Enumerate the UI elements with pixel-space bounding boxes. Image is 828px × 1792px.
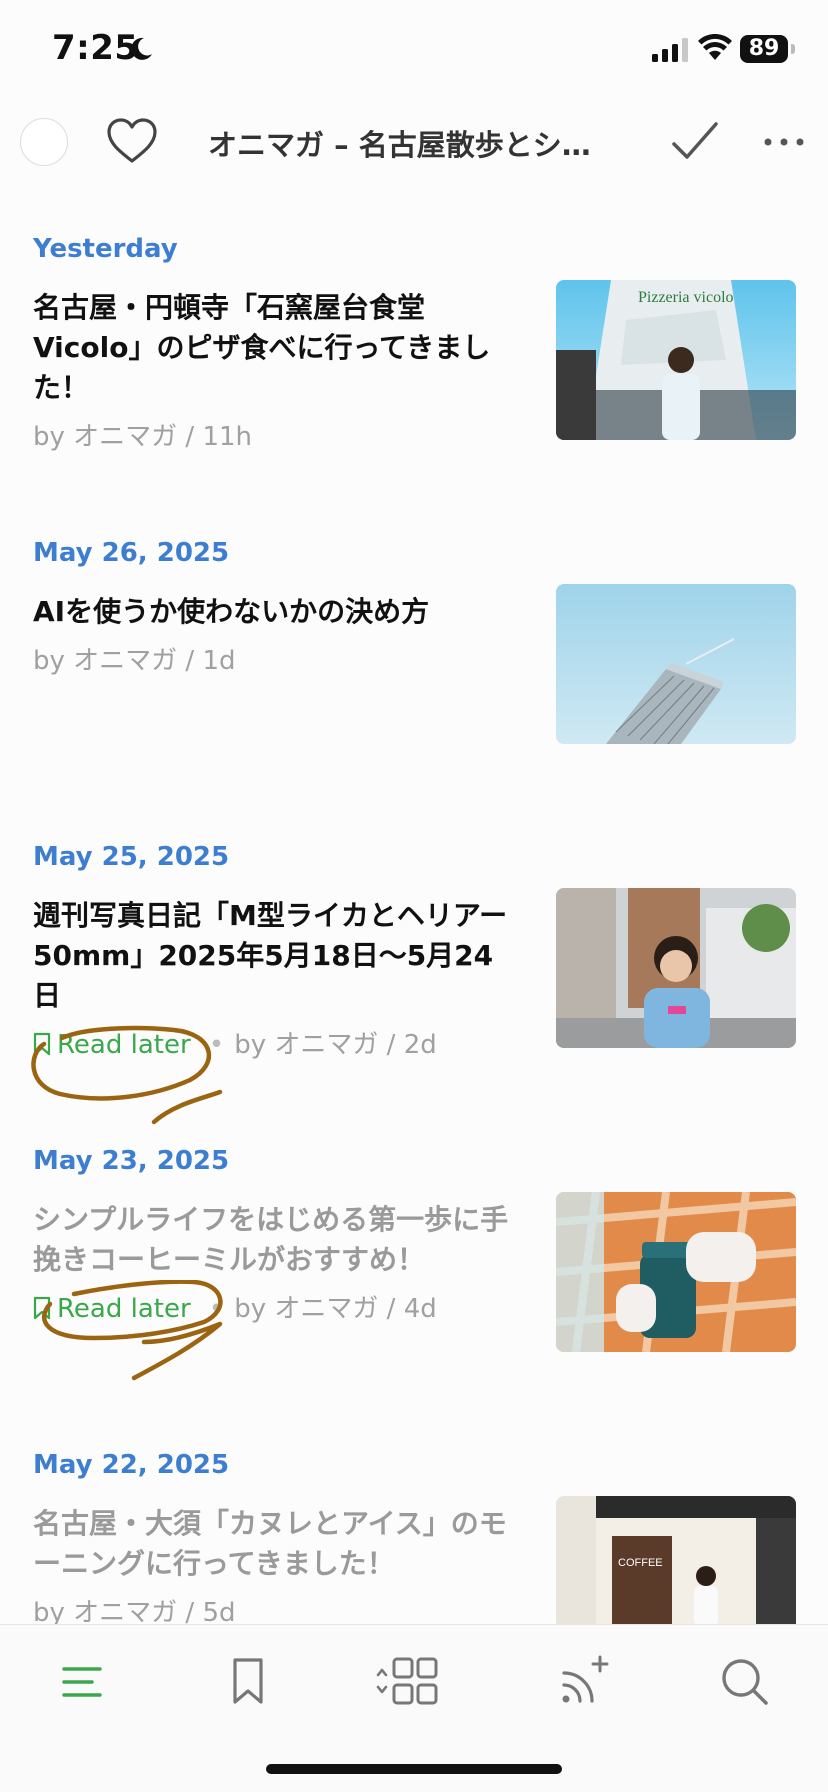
grid-icon[interactable]	[370, 1651, 440, 1711]
list-icon[interactable]	[52, 1651, 112, 1711]
date-header: May 23, 2025	[33, 1146, 230, 1176]
article-thumbnail: COFFEE	[556, 1496, 796, 1624]
article-title: 名古屋・円頓寺「石窯屋台食堂Vicolo」のピザ食べに行ってきました！	[33, 291, 491, 404]
read-later-text: Read later	[57, 1294, 191, 1324]
status-time: 7:25	[52, 28, 139, 68]
article-byline: by オニマガ / 5d	[33, 1598, 236, 1624]
article-row[interactable]: AIを使うか使わないかの決め方 by オニマガ / 1d	[0, 584, 828, 764]
toolbar: オニマガ – 名古屋散歩とシ…	[0, 100, 828, 182]
date-section: May 23, 2025 シンプルライフをはじめる第一歩に手挽きコーヒーミルがお…	[0, 1146, 828, 1450]
article-thumbnail	[556, 1192, 796, 1352]
feed-avatar[interactable]	[20, 118, 68, 166]
heart-icon[interactable]	[104, 116, 160, 166]
article-thumbnail	[556, 888, 796, 1048]
battery-icon: 89	[740, 35, 788, 63]
date-header: May 22, 2025	[33, 1450, 230, 1480]
bookmark-icon	[33, 1296, 51, 1320]
date-header: May 25, 2025	[33, 842, 230, 872]
article-thumbnail: Pizzeria vicolo	[556, 280, 796, 440]
read-later-label[interactable]: Read later	[33, 1294, 199, 1324]
separator-dot: •	[208, 1294, 225, 1324]
article-list[interactable]: Yesterday 名古屋・円頓寺「石窯屋台食堂Vicolo」のピザ食べに行って…	[0, 182, 828, 1624]
date-section: May 26, 2025 AIを使うか使わないかの決め方 by オニマガ / 1…	[0, 538, 828, 842]
date-header: May 26, 2025	[33, 538, 230, 568]
date-section: May 22, 2025 名古屋・大須「カヌレとアイス」のモーニングに行ってきま…	[0, 1450, 828, 1624]
add-feed-icon[interactable]	[554, 1651, 614, 1711]
article-meta: Read later • by オニマガ / 4d	[33, 1288, 437, 1325]
app: 7:25 89 オニマガ – 名古屋散歩とシ… Yesterday 名古屋・円頓…	[0, 0, 828, 1792]
wifi-icon	[698, 34, 732, 60]
article-title: シンプルライフをはじめる第一歩に手挽きコーヒーミルがおすすめ！	[33, 1203, 509, 1276]
battery-cap	[791, 44, 795, 54]
bookmark-icon[interactable]	[218, 1651, 278, 1711]
read-later-label[interactable]: Read later	[33, 1030, 199, 1060]
battery-level: 89	[748, 36, 780, 61]
article-row[interactable]: 名古屋・大須「カヌレとアイス」のモーニングに行ってきました！ by オニマガ /…	[0, 1496, 828, 1624]
read-later-text: Read later	[57, 1030, 191, 1060]
more-options-icon[interactable]	[760, 132, 810, 152]
article-meta: by オニマガ / 1d	[33, 640, 236, 677]
article-row[interactable]: 週刊写真日記「M型ライカとヘリアー50mm」2025年5月18日〜5月24日 R…	[0, 888, 828, 1068]
search-icon[interactable]	[714, 1651, 774, 1711]
separator-dot: •	[208, 1030, 225, 1060]
date-section: May 25, 2025 週刊写真日記「M型ライカとヘリアー50mm」2025年…	[0, 842, 828, 1146]
article-byline: by オニマガ / 4d	[234, 1294, 437, 1324]
date-section: Yesterday 名古屋・円頓寺「石窯屋台食堂Vicolo」のピザ食べに行って…	[0, 234, 828, 538]
cellular-signal-icon	[652, 38, 688, 62]
article-row[interactable]: 名古屋・円頓寺「石窯屋台食堂Vicolo」のピザ食べに行ってきました！ by オ…	[0, 280, 828, 460]
article-title: 名古屋・大須「カヌレとアイス」のモーニングに行ってきました！	[33, 1507, 507, 1580]
article-meta: by オニマガ / 5d	[33, 1592, 236, 1624]
thumb-sign-text: COFFEE	[618, 1557, 663, 1569]
article-byline: by オニマガ / 1d	[33, 646, 236, 676]
bookmark-icon	[33, 1032, 51, 1056]
article-meta: Read later • by オニマガ / 2d	[33, 1024, 437, 1061]
date-header: Yesterday	[33, 234, 178, 264]
mark-all-read-check-icon[interactable]	[670, 118, 720, 164]
article-title: 週刊写真日記「M型ライカとヘリアー50mm」2025年5月18日〜5月24日	[33, 899, 508, 1012]
article-thumbnail	[556, 584, 796, 744]
article-byline: by オニマガ / 2d	[234, 1030, 437, 1060]
status-bar: 7:25 89	[0, 0, 828, 100]
thumb-sign-text: Pizzeria vicolo	[638, 289, 734, 306]
article-title: AIを使うか使わないかの決め方	[33, 595, 430, 628]
article-row[interactable]: シンプルライフをはじめる第一歩に手挽きコーヒーミルがおすすめ！ Read lat…	[0, 1192, 828, 1372]
article-meta: by オニマガ / 11h	[33, 416, 252, 453]
home-indicator[interactable]	[266, 1764, 562, 1774]
feed-title: オニマガ – 名古屋散歩とシ…	[208, 128, 591, 162]
moon-icon	[131, 37, 152, 60]
article-byline: by オニマガ / 11h	[33, 422, 253, 452]
